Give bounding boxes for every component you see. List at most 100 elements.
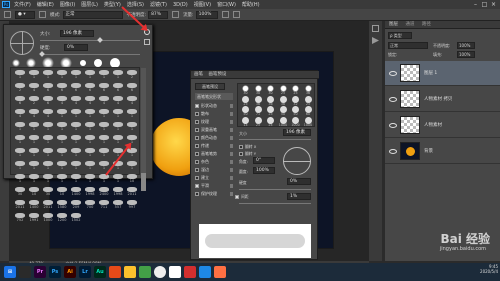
app-icon[interactable] (184, 266, 196, 278)
brush-preset-cell[interactable]: 1502 (69, 213, 83, 225)
pressure-opacity-icon[interactable] (172, 11, 180, 18)
photoshop-app-icon[interactable]: Ps (49, 266, 61, 278)
layer-opacity-input[interactable]: 100% (457, 42, 475, 49)
brush-preset-cell[interactable]: 1 (97, 148, 111, 160)
roundness-input[interactable]: 100% (253, 167, 275, 174)
menu-help[interactable]: 帮助(H) (242, 1, 260, 8)
brush-preset-cell[interactable]: 1 (125, 122, 139, 134)
brush-option-row[interactable]: 保护纹理 (195, 190, 233, 197)
brush-preset-cell[interactable]: 1 (83, 70, 97, 82)
brush-preset-cell[interactable]: 6 (97, 83, 111, 95)
flip-x-option[interactable]: 翻转 X (239, 144, 256, 150)
lock-icon[interactable] (230, 151, 233, 156)
picker-size-thumb[interactable] (97, 37, 103, 43)
eye-icon[interactable] (389, 148, 397, 154)
brush-tip-cell[interactable]: 25 (240, 95, 251, 107)
brush-option-checkbox[interactable] (195, 151, 199, 156)
brush-tip-cell[interactable]: 25 (278, 85, 289, 96)
brush-preset-cell[interactable]: 1 (83, 122, 97, 134)
brush-option-checkbox[interactable] (195, 167, 199, 172)
brush-preset-cell[interactable]: 6 (111, 83, 125, 95)
brush-preset-cell[interactable]: 1400 (69, 187, 83, 199)
brush-preset-cell[interactable]: 1998 (83, 187, 97, 199)
brush-panel-toggle-icon[interactable] (39, 11, 46, 18)
brush-preset-cell[interactable]: 1200 (55, 213, 69, 225)
brush-preset-cell[interactable]: 1 (97, 70, 111, 82)
eye-icon[interactable] (389, 70, 397, 76)
tab-brush[interactable]: 画笔 (194, 72, 203, 77)
brush-tool-icon[interactable] (4, 11, 11, 18)
layer-row[interactable]: 人物素材 (385, 113, 500, 138)
brush-preset-cell[interactable]: 2011 (41, 200, 55, 212)
start-icon[interactable]: ⊞ (4, 266, 16, 278)
brush-tip-cell[interactable]: 71 (253, 106, 264, 117)
brush-preset-cell[interactable]: 700 (83, 200, 97, 212)
menu-layer[interactable]: 图层(L) (81, 1, 98, 8)
brush-preset-cell[interactable]: 1 (97, 135, 111, 147)
brush-tip-cell[interactable]: 30 (265, 85, 276, 96)
brush-preset-cell[interactable]: 1 (27, 174, 41, 186)
angle-input[interactable]: 0° (253, 157, 275, 164)
brush-tip-cell[interactable]: 1000 (278, 116, 289, 128)
app-icon[interactable] (109, 266, 121, 278)
brush-preset-cell[interactable]: 6 (69, 83, 83, 95)
brush-option-row[interactable]: 纹理 (195, 118, 233, 125)
brush-option-row[interactable]: 形状动态 (195, 102, 233, 109)
lock-icon[interactable] (230, 159, 233, 164)
brush-option-checkbox[interactable] (195, 143, 199, 148)
picker-hardness-slider[interactable] (40, 54, 140, 55)
brush-preset-cell[interactable]: 6 (41, 96, 55, 108)
menu-select[interactable]: 选择(S) (127, 1, 144, 8)
tab-paths[interactable]: 路径 (422, 22, 431, 27)
brush-tip-cell[interactable]: 50 (240, 106, 251, 117)
brush-tip-cell[interactable]: 24 (265, 116, 276, 128)
brush-preset-cell[interactable]: 1 (83, 174, 97, 186)
soft-round-brush[interactable] (12, 59, 20, 67)
app-icon[interactable] (214, 266, 226, 278)
lock-icon[interactable] (230, 127, 233, 132)
brush-presets-button[interactable]: 画笔预设 (195, 83, 225, 90)
new-preset-icon[interactable] (144, 39, 150, 45)
brush-preset-cell[interactable]: 1 (111, 70, 125, 82)
brush-preset-picker[interactable]: ● ▾ (15, 10, 35, 19)
brush-tip-cell[interactable]: 25 (265, 106, 276, 117)
close-icon[interactable]: × (489, 0, 498, 9)
lock-icon[interactable] (230, 119, 233, 124)
flip-x-checkbox[interactable] (239, 145, 243, 149)
brush-preset-cell[interactable]: 2011 (13, 200, 27, 212)
brush-preset-cell[interactable]: 1 (69, 148, 83, 160)
brush-preset-cell[interactable]: 1 (97, 109, 111, 121)
brush-preset-cell[interactable]: 4 (69, 96, 83, 108)
brush-preset-cell[interactable]: 997 (125, 200, 139, 212)
brush-tip-cell[interactable]: 36 (303, 85, 314, 96)
lock-icon[interactable] (230, 135, 233, 140)
brush-option-checkbox[interactable] (195, 183, 199, 188)
brush-preset-cell[interactable]: 10 (125, 174, 139, 186)
layer-row[interactable]: 图层 1 (385, 61, 500, 86)
brush-preset-cell[interactable]: 1 (41, 135, 55, 147)
brush-preset-cell[interactable]: 1400 (27, 200, 41, 212)
brush-tip-cell[interactable]: 60 (303, 106, 314, 117)
app-folder-icon[interactable] (19, 266, 31, 278)
brush-option-row[interactable]: 杂色 (195, 158, 233, 165)
brush-preset-cell[interactable]: 1 (27, 148, 41, 160)
brush-preset-cell[interactable]: 1 (125, 148, 139, 160)
brush-tip-cell[interactable]: 36 (278, 95, 289, 107)
brush-preset-cell[interactable]: 30 (41, 187, 55, 199)
brush-preset-cell[interactable]: 1 (97, 174, 111, 186)
brush-preset-cell[interactable]: 1991 (27, 213, 41, 225)
lightroom-app-icon[interactable]: Lr (79, 266, 91, 278)
menu-image[interactable]: 图像(I) (60, 1, 75, 8)
brush-option-checkbox[interactable] (195, 175, 199, 180)
spacing-option[interactable]: 间距 (235, 194, 249, 200)
tab-channels[interactable]: 通道 (405, 22, 414, 27)
panel-size-input[interactable]: 196 像素 (283, 129, 311, 136)
brush-preset-cell[interactable]: 752 (13, 213, 27, 225)
brush-preset-cell[interactable]: 1 (111, 135, 125, 147)
brush-preset-cell[interactable]: 209 (69, 200, 83, 212)
brush-option-row[interactable]: 双重画笔 (195, 126, 233, 133)
brush-option-checkbox[interactable] (195, 103, 199, 108)
brush-preset-cell[interactable]: 1 (55, 135, 69, 147)
brush-preset-cell[interactable]: 2400 (97, 187, 111, 199)
tab-brush-presets[interactable]: 画笔预设 (208, 72, 226, 77)
